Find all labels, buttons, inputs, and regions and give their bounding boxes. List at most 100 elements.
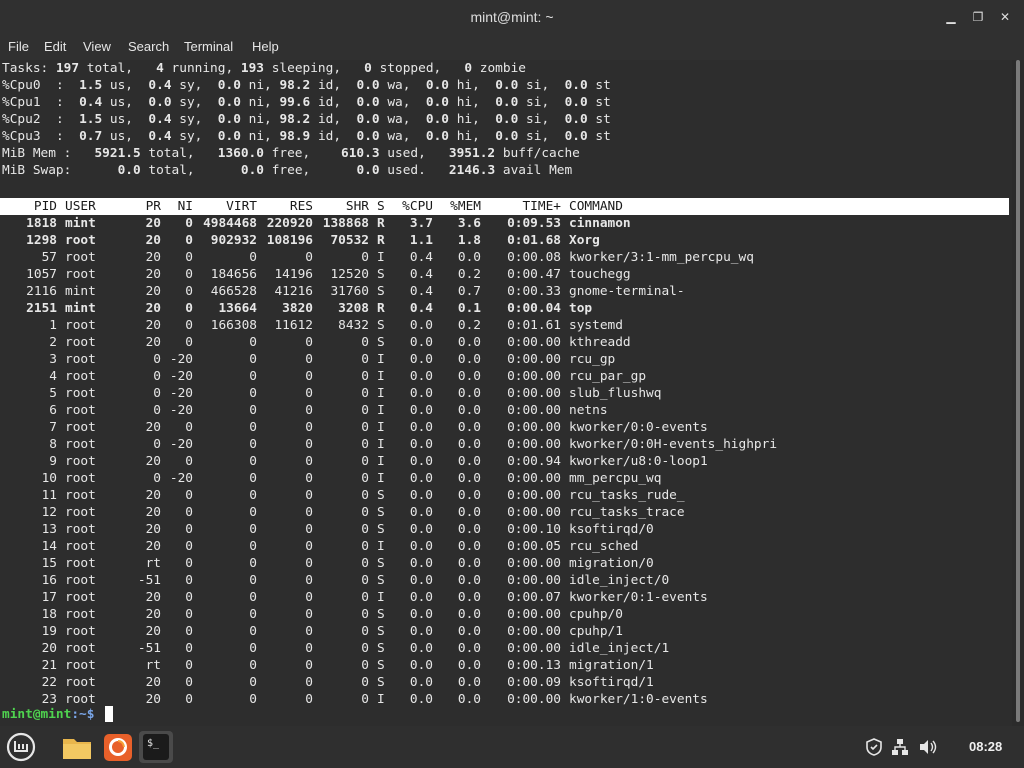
cell-mem: 0.0: [457, 403, 481, 418]
close-button[interactable]: ✕: [996, 8, 1014, 26]
cell-mem: 0.0: [457, 369, 481, 384]
update-button[interactable]: [866, 738, 882, 759]
cell-pid: 3: [49, 352, 57, 367]
cell-time: 0:00.00: [507, 471, 561, 486]
table-row: 1818 mint 20 0 4984468 220920 138868 R 3.7 3.6 0:0…: [0, 215, 1009, 232]
cell-pid: 9: [49, 454, 57, 469]
network-button[interactable]: [891, 738, 909, 759]
cell-cmd: rcu_tasks_rude_: [569, 488, 685, 503]
cell-time: 0:00.00: [507, 437, 561, 452]
scrollbar-thumb[interactable]: [1016, 60, 1020, 722]
cell-cmd: kworker/0:1-events: [569, 590, 708, 605]
cell-pid: 19: [41, 624, 57, 639]
cell-cmd: migration/1: [569, 658, 654, 673]
cell-cmd: kworker/0:0H-events_highpri: [569, 437, 778, 452]
cell-pid: 14: [41, 539, 57, 554]
cell-time: 0:00.13: [507, 658, 561, 673]
cell-pid: 2151: [26, 301, 57, 316]
cell-mem: 0.0: [457, 352, 481, 367]
table-row: 1 root 20 0 166308 11612 8432 S 0.0 0.2 0:01.61 sys…: [0, 317, 1009, 334]
cell-cmd: netns: [569, 403, 608, 418]
table-row: 11 root 20 0 0 0 0 S 0.0 0.0 0:00.00 rcu_tasks_rude…: [0, 487, 1009, 504]
cell-cmd: kworker/0:0-events: [569, 420, 708, 435]
cell-pid: 21: [41, 658, 57, 673]
cell-mem: 0.0: [457, 641, 481, 656]
cell-cmd: idle_inject/0: [569, 573, 670, 588]
table-row: 20 root -51 0 0 0 0 S 0.0 0.0 0:00.00 idle_inject/1: [0, 640, 1009, 657]
minimize-button[interactable]: ▁: [942, 8, 960, 26]
cell-cmd: rcu_sched: [569, 539, 639, 554]
menu-file[interactable]: File: [8, 39, 29, 54]
cell-time: 0:00.00: [507, 369, 561, 384]
cell-pid: 4: [49, 369, 57, 384]
cpu0-summary: %Cpu0 : 1.5 us, 0.4 sy, 0.0 ni, 98.2 id,…: [2, 78, 611, 93]
terminal-scrollbar[interactable]: [1012, 60, 1024, 726]
volume-button[interactable]: [918, 738, 938, 759]
cell-mem: 0.0: [457, 335, 481, 350]
shell-prompt: mint@mint:~$: [2, 707, 95, 722]
cell-time: 0:00.00: [507, 403, 561, 418]
maximize-button[interactable]: ❐: [969, 8, 987, 26]
cell-mem: 0.0: [457, 420, 481, 435]
cell-cmd: ksoftirqd/0: [569, 522, 654, 537]
cell-cmd: gnome-terminal-: [569, 284, 685, 299]
window-titlebar[interactable]: mint@mint: ~ ▁ ❐ ✕: [0, 0, 1024, 34]
table-row: 12 root 20 0 0 0 0 S 0.0 0.0 0:00.00 rcu_tasks_trac…: [0, 504, 1009, 521]
cell-mem: 0.7: [457, 284, 481, 299]
cell-pid: 20: [41, 641, 57, 656]
menubar: File Edit View Search Terminal Help: [0, 34, 1024, 60]
cell-pid: 13: [41, 522, 57, 537]
table-row: 8 root 0 -20 0 0 0 I 0.0 0.0 0:00.00 kworker/0:0H-e…: [0, 436, 1009, 453]
menu-help[interactable]: Help: [252, 39, 279, 54]
cell-time: 0:00.00: [507, 335, 561, 350]
column-header-cmd: COMMAND: [569, 199, 623, 214]
cell-pid: 6: [49, 403, 57, 418]
cell-pid: 12: [41, 505, 57, 520]
column-header-time: TIME+: [522, 199, 561, 214]
table-row: 57 root 20 0 0 0 0 I 0.4 0.0 0:00.08 kworker/3:1-mm…: [0, 249, 1009, 266]
table-row: 19 root 20 0 0 0 0 S 0.0 0.0 0:00.00 cpuhp/1: [0, 623, 1009, 640]
cell-mem: 0.0: [457, 454, 481, 469]
cell-pid: 5: [49, 386, 57, 401]
cell-cmd: slub_flushwq: [569, 386, 662, 401]
mint-menu-button[interactable]: [4, 731, 38, 763]
files-icon: [63, 739, 91, 759]
mint-menu-icon: [6, 732, 36, 762]
menu-edit[interactable]: Edit: [44, 39, 66, 54]
menu-view[interactable]: View: [83, 39, 111, 54]
table-row: 2 root 20 0 0 0 0 S 0.0 0.0 0:00.00 kthreadd: [0, 334, 1009, 351]
cell-pid: 8: [49, 437, 57, 452]
table-row: 14 root 20 0 0 0 0 I 0.0 0.0 0:00.05 rcu_sched: [0, 538, 1009, 555]
firefox-button[interactable]: [101, 731, 135, 763]
cell-mem: 0.0: [457, 471, 481, 486]
tasks-summary: Tasks: 197 total, 4 running, 193 sleepin…: [2, 61, 526, 76]
cell-mem: 0.0: [457, 573, 481, 588]
cell-pid: 2116: [26, 284, 57, 299]
table-row: 1057 root 20 0 184656 14196 12520 S 0.4 0.2 0:00.4…: [0, 266, 1009, 283]
cell-pid: 18: [41, 607, 57, 622]
cell-time: 0:00.00: [507, 386, 561, 401]
cell-cmd: rcu_par_gp: [569, 369, 647, 384]
cell-cmd: systemd: [569, 318, 623, 333]
cell-time: 0:09.53: [507, 216, 561, 231]
terminal-taskbar-button[interactable]: $_: [139, 731, 173, 763]
cell-pid: 1298: [26, 233, 57, 248]
cell-mem: 0.0: [457, 675, 481, 690]
volume-icon: [920, 740, 937, 754]
table-row: 1298 root 20 0 902932 108196 70532 R 1.1 1.8 0:01.…: [0, 232, 1009, 249]
cell-pid: 15: [41, 556, 57, 571]
cell-mem: 0.0: [457, 692, 481, 707]
terminal-area[interactable]: Tasks: 197 total, 4 running, 193 sleepin…: [0, 60, 1012, 726]
cell-cmd: rcu_gp: [569, 352, 616, 367]
clock[interactable]: 08:28: [969, 739, 1002, 754]
cell-time: 0:00.10: [507, 522, 561, 537]
column-header-mem: %MEM: [450, 199, 481, 214]
cell-pid: 10: [41, 471, 57, 486]
cell-mem: 0.0: [457, 556, 481, 571]
menu-search[interactable]: Search: [128, 39, 169, 54]
files-button[interactable]: [60, 731, 94, 763]
menu-terminal[interactable]: Terminal: [184, 39, 233, 54]
cell-time: 0:01.61: [507, 318, 561, 333]
cpu2-summary: %Cpu2 : 1.5 us, 0.4 sy, 0.0 ni, 98.2 id,…: [2, 112, 611, 127]
cell-cmd: migration/0: [569, 556, 654, 571]
